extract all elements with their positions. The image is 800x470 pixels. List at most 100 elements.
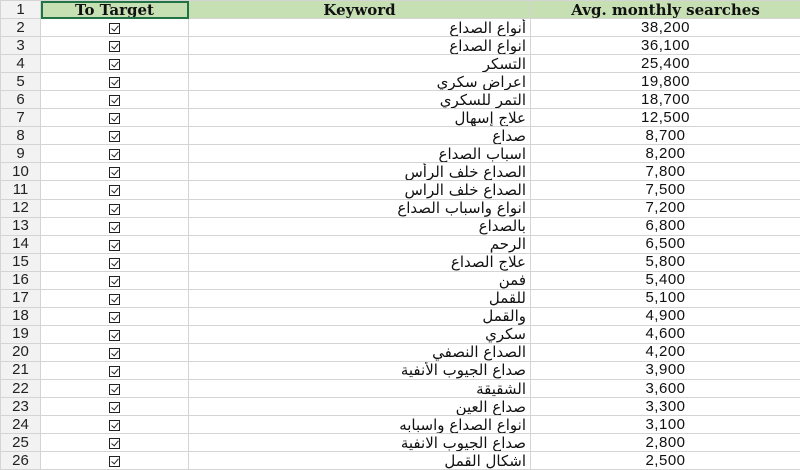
avg-searches-cell[interactable]: 19,800 [531, 73, 800, 91]
checkbox-checked-icon[interactable] [109, 185, 120, 196]
row-number[interactable]: 20 [1, 343, 41, 361]
keyword-cell[interactable]: أنواع الصداع [189, 19, 531, 37]
to-target-cell[interactable] [41, 343, 189, 361]
row-number[interactable]: 10 [1, 163, 41, 181]
keyword-cell[interactable]: علاج الصداع [189, 253, 531, 271]
avg-searches-cell[interactable]: 5,800 [531, 253, 800, 271]
keyword-cell[interactable]: انواع واسباب الصداع [189, 199, 531, 217]
row-number[interactable]: 16 [1, 271, 41, 289]
checkbox-checked-icon[interactable] [109, 456, 120, 467]
avg-searches-cell[interactable]: 3,900 [531, 361, 800, 379]
keyword-cell[interactable]: الرحم [189, 235, 531, 253]
row-number[interactable]: 1 [1, 1, 41, 19]
avg-searches-cell[interactable]: 3,600 [531, 379, 800, 397]
checkbox-checked-icon[interactable] [109, 438, 120, 449]
row-number[interactable]: 11 [1, 181, 41, 199]
avg-searches-cell[interactable]: 6,800 [531, 217, 800, 235]
row-number[interactable]: 14 [1, 235, 41, 253]
to-target-cell[interactable] [41, 398, 189, 416]
avg-searches-cell[interactable]: 36,100 [531, 37, 800, 55]
avg-monthly-searches-header[interactable]: Avg. monthly searches [531, 1, 800, 19]
to-target-cell[interactable] [41, 37, 189, 55]
checkbox-checked-icon[interactable] [109, 258, 120, 269]
avg-searches-cell[interactable]: 4,600 [531, 325, 800, 343]
checkbox-checked-icon[interactable] [109, 312, 120, 323]
checkbox-checked-icon[interactable] [109, 222, 120, 233]
keyword-cell[interactable]: بالصداع [189, 217, 531, 235]
keyword-cell[interactable]: التمر للسكري [189, 91, 531, 109]
to-target-cell[interactable] [41, 289, 189, 307]
checkbox-checked-icon[interactable] [109, 420, 120, 431]
row-number[interactable]: 9 [1, 145, 41, 163]
to-target-cell[interactable] [41, 379, 189, 397]
keyword-cell[interactable]: علاج إسهال [189, 109, 531, 127]
checkbox-checked-icon[interactable] [109, 384, 120, 395]
row-number[interactable]: 12 [1, 199, 41, 217]
to-target-cell[interactable] [41, 109, 189, 127]
keyword-cell[interactable]: الشقيقة [189, 379, 531, 397]
avg-searches-cell[interactable]: 2,800 [531, 434, 800, 452]
keyword-cell[interactable]: اشكال القمل [189, 452, 531, 470]
row-number[interactable]: 3 [1, 37, 41, 55]
row-number[interactable]: 8 [1, 127, 41, 145]
checkbox-checked-icon[interactable] [109, 23, 120, 34]
to-target-cell[interactable] [41, 325, 189, 343]
avg-searches-cell[interactable]: 5,100 [531, 289, 800, 307]
avg-searches-cell[interactable]: 38,200 [531, 19, 800, 37]
keyword-cell[interactable]: سكري [189, 325, 531, 343]
to-target-header[interactable]: To Target [41, 1, 189, 19]
to-target-cell[interactable] [41, 271, 189, 289]
to-target-cell[interactable] [41, 416, 189, 434]
avg-searches-cell[interactable]: 25,400 [531, 55, 800, 73]
avg-searches-cell[interactable]: 7,800 [531, 163, 800, 181]
to-target-cell[interactable] [41, 73, 189, 91]
row-number[interactable]: 4 [1, 55, 41, 73]
avg-searches-cell[interactable]: 7,200 [531, 199, 800, 217]
keyword-cell[interactable]: والقمل [189, 307, 531, 325]
to-target-cell[interactable] [41, 127, 189, 145]
checkbox-checked-icon[interactable] [109, 348, 120, 359]
row-number[interactable]: 17 [1, 289, 41, 307]
avg-searches-cell[interactable]: 3,300 [531, 398, 800, 416]
avg-searches-cell[interactable]: 6,500 [531, 235, 800, 253]
row-number[interactable]: 19 [1, 325, 41, 343]
row-number[interactable]: 6 [1, 91, 41, 109]
checkbox-checked-icon[interactable] [109, 294, 120, 305]
checkbox-checked-icon[interactable] [109, 149, 120, 160]
to-target-cell[interactable] [41, 361, 189, 379]
avg-searches-cell[interactable]: 5,400 [531, 271, 800, 289]
row-number[interactable]: 23 [1, 398, 41, 416]
checkbox-checked-icon[interactable] [109, 240, 120, 251]
keyword-cell[interactable]: الصداع النصفي [189, 343, 531, 361]
checkbox-checked-icon[interactable] [109, 204, 120, 215]
avg-searches-cell[interactable]: 18,700 [531, 91, 800, 109]
to-target-cell[interactable] [41, 163, 189, 181]
checkbox-checked-icon[interactable] [109, 366, 120, 377]
row-number[interactable]: 25 [1, 434, 41, 452]
checkbox-checked-icon[interactable] [109, 77, 120, 88]
checkbox-checked-icon[interactable] [109, 167, 120, 178]
checkbox-checked-icon[interactable] [109, 41, 120, 52]
avg-searches-cell[interactable]: 8,700 [531, 127, 800, 145]
to-target-cell[interactable] [41, 307, 189, 325]
keyword-cell[interactable]: التسكر [189, 55, 531, 73]
row-number[interactable]: 13 [1, 217, 41, 235]
row-number[interactable]: 7 [1, 109, 41, 127]
checkbox-checked-icon[interactable] [109, 59, 120, 70]
to-target-cell[interactable] [41, 199, 189, 217]
keyword-cell[interactable]: انواع الصداع [189, 37, 531, 55]
to-target-cell[interactable] [41, 91, 189, 109]
row-number[interactable]: 24 [1, 416, 41, 434]
row-number[interactable]: 26 [1, 452, 41, 470]
keyword-cell[interactable]: صداع الجيوب الانفية [189, 434, 531, 452]
row-number[interactable]: 21 [1, 361, 41, 379]
checkbox-checked-icon[interactable] [109, 131, 120, 142]
keyword-cell[interactable]: الصداع خلف الراس [189, 181, 531, 199]
checkbox-checked-icon[interactable] [109, 402, 120, 413]
to-target-cell[interactable] [41, 217, 189, 235]
keyword-cell[interactable]: الصداع خلف الرأس [189, 163, 531, 181]
to-target-cell[interactable] [41, 235, 189, 253]
to-target-cell[interactable] [41, 19, 189, 37]
keyword-cell[interactable]: صداع الجيوب الأنفية [189, 361, 531, 379]
row-number[interactable]: 2 [1, 19, 41, 37]
